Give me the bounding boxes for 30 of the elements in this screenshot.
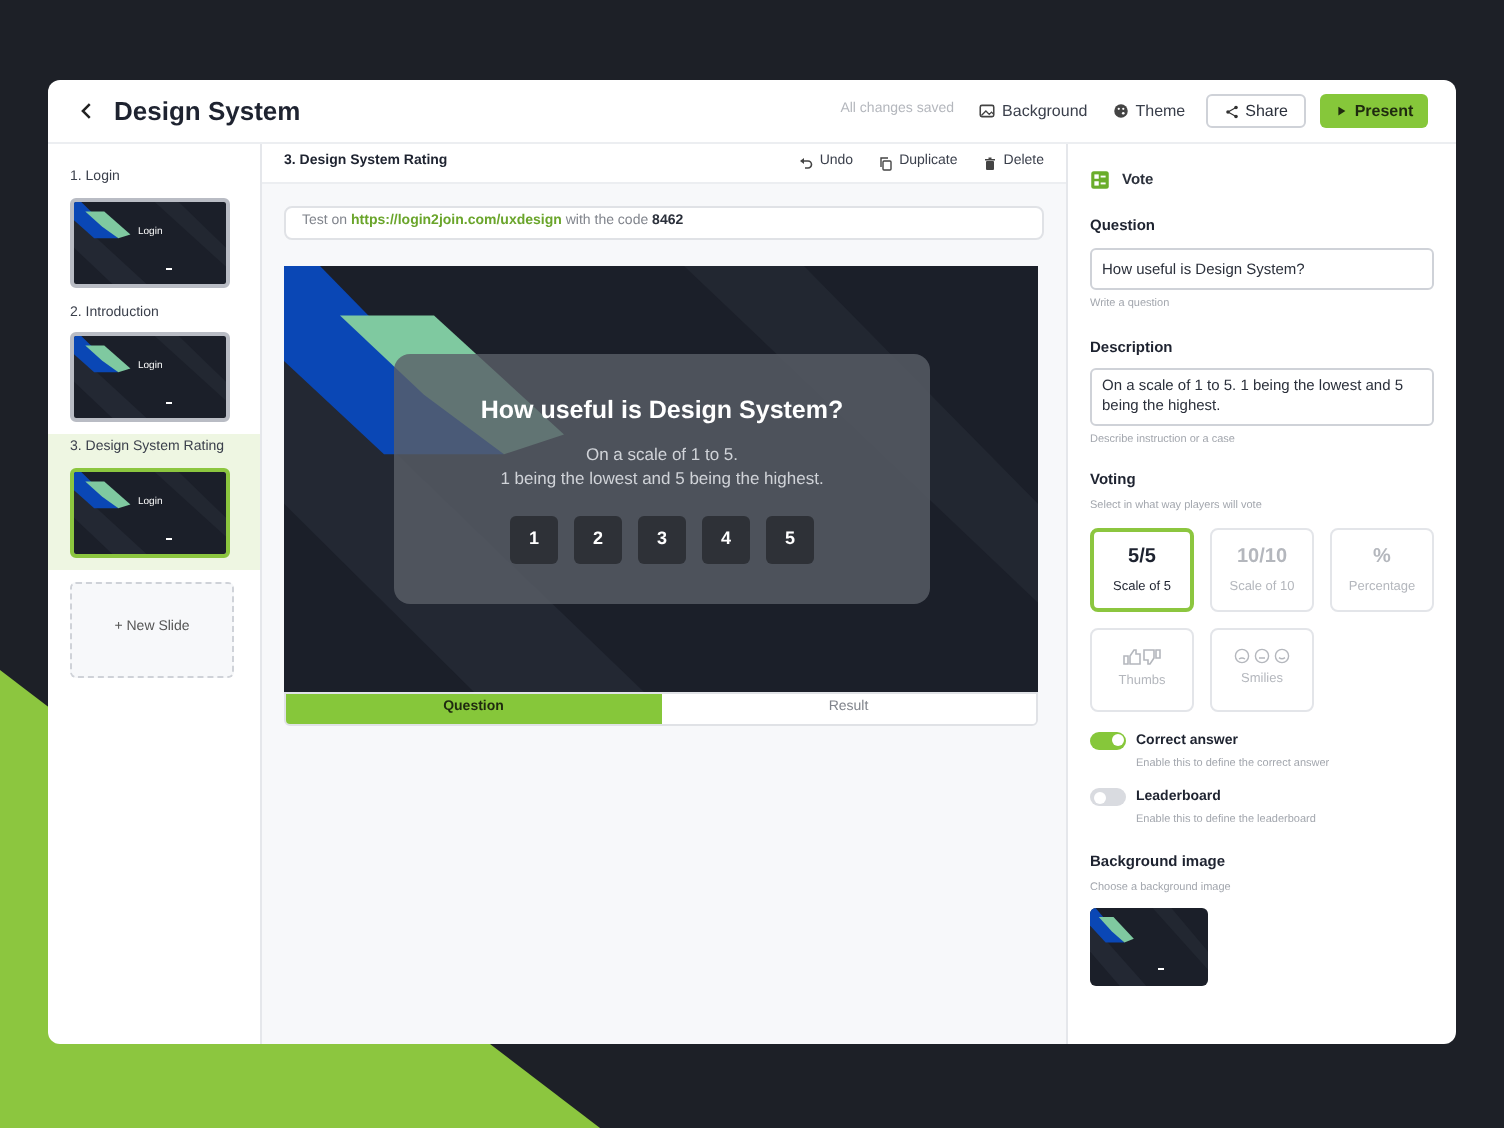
- voting-symbol: 5/5: [1128, 543, 1156, 572]
- slide-description-line: On a scale of 1 to 5.: [585, 441, 739, 466]
- slide-question: How useful is Design System?: [480, 394, 844, 428]
- present-button[interactable]: Present: [1320, 94, 1428, 128]
- presentation-title: Design System: [114, 93, 301, 130]
- rating-option[interactable]: 1: [510, 515, 558, 564]
- rating-option[interactable]: 5: [766, 515, 814, 564]
- rating-option[interactable]: 3: [638, 515, 686, 564]
- palette-icon: [1111, 102, 1130, 120]
- smilies-icon: [1234, 648, 1290, 665]
- vote-icon: [1090, 169, 1110, 190]
- play-icon: [1334, 104, 1349, 118]
- undo-icon: [797, 155, 814, 171]
- voting-symbol: %: [1373, 543, 1391, 572]
- voting-symbol: 10/10: [1236, 543, 1288, 572]
- rating-option[interactable]: 4: [702, 515, 750, 564]
- rating-option[interactable]: 2: [574, 515, 622, 564]
- background-image-thumbnail[interactable]: [1090, 907, 1208, 986]
- image-icon: [978, 102, 997, 120]
- toggle-switch[interactable]: [1090, 731, 1126, 750]
- thumbs-icon: [1122, 647, 1162, 666]
- copy-icon: [877, 155, 894, 171]
- share-icon: [1223, 103, 1240, 119]
- share-button[interactable]: Share: [1205, 94, 1306, 128]
- slide-description-line: 1 being the lowest and 5 being the highest.: [500, 465, 824, 490]
- background-button[interactable]: Background: [978, 99, 1088, 123]
- theme-button[interactable]: Theme: [1111, 99, 1186, 123]
- toggle-switch[interactable]: [1090, 788, 1126, 806]
- trash-icon: [981, 155, 998, 171]
- thumbnail-mark: [166, 402, 172, 404]
